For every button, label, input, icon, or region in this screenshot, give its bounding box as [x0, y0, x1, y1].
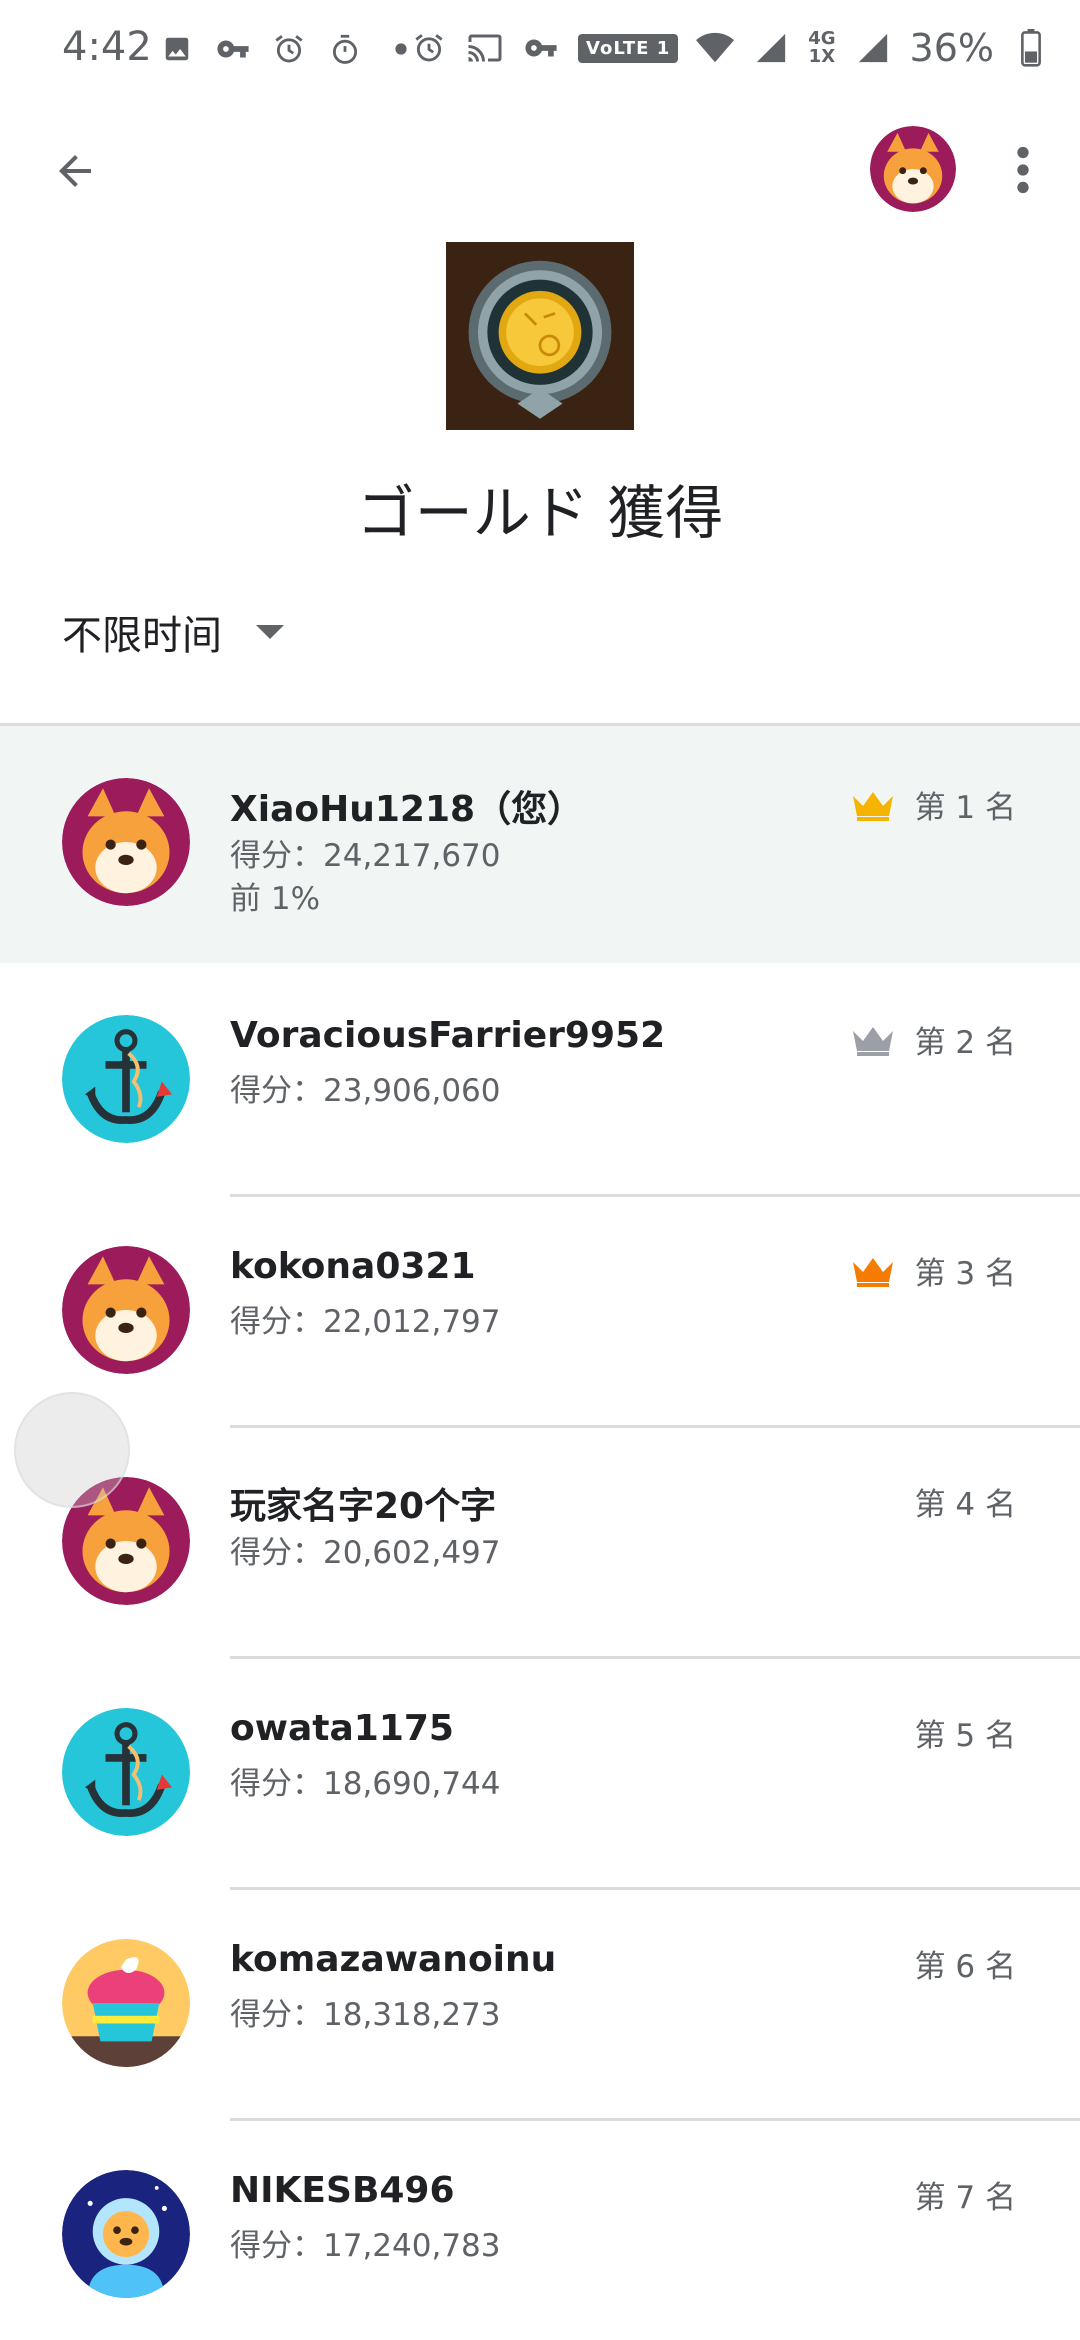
player-score: 得分：24,217,670 [230, 838, 501, 874]
leaderboard-row-current-user[interactable]: XiaoHu1218（您） 得分：24,217,670 前 1% 第 1 名 [0, 726, 1080, 963]
rank-text: 第 7 名 [914, 2180, 1016, 2216]
avatar [62, 1015, 190, 1143]
player-score: 得分：18,318,273 [230, 1997, 501, 2033]
player-name: VoraciousFarrier9952 [230, 1015, 666, 1056]
cast-icon [466, 29, 504, 67]
avatar [62, 2170, 190, 2298]
back-button[interactable] [42, 138, 108, 204]
cupcake-avatar-icon [62, 1939, 190, 2067]
anchor-avatar-icon [62, 1708, 190, 1836]
rank-label: 第 6 名 [915, 1941, 1016, 1986]
leaderboard-row[interactable]: komazawanoinu 得分：18,318,273 第 6 名 [0, 1887, 1080, 2121]
signal-icon [854, 29, 892, 67]
player-score: 得分：22,012,797 [230, 1304, 501, 1340]
status-bar: 4:42 VoLTE 1 4G 1X 36% [0, 0, 1080, 100]
profile-avatar[interactable] [870, 126, 956, 212]
rank-label: 第 4 名 [915, 1479, 1016, 1524]
dropdown-arrow-icon [256, 625, 284, 639]
player-score: 得分：18,690,744 [230, 1766, 501, 1802]
shiba-avatar-icon [870, 126, 956, 212]
rank-label: 第 3 名 [851, 1248, 1016, 1293]
battery-percent: 36% [909, 26, 994, 70]
wifi-icon [696, 29, 735, 67]
image-icon [158, 30, 196, 68]
battery-icon [1012, 29, 1050, 67]
player-name: XiaoHu1218（您） [230, 789, 584, 830]
player-name: NIKESB496 [230, 2170, 455, 2211]
shiba-avatar-icon [62, 1246, 190, 1374]
rank-label: 第 1 名 [851, 782, 1016, 827]
signal-icon [752, 29, 790, 67]
anchor-avatar-icon [62, 1015, 190, 1143]
achievement-title: ゴールド 獲得 [356, 479, 724, 547]
leaderboard-row[interactable]: kokona0321 得分：22,012,797 第 3 名 [0, 1194, 1080, 1428]
avatar [62, 1708, 190, 1836]
player-name: 玩家名字20个字 [230, 1486, 497, 1527]
gold-crown-icon [852, 791, 893, 821]
player-score: 得分：23,906,060 [230, 1073, 501, 1109]
arrow-back-icon [59, 155, 91, 187]
timer-icon [326, 30, 364, 68]
leaderboard-row[interactable]: VoraciousFarrier9952 得分：23,906,060 第 2 名 [0, 963, 1080, 1197]
more-vert-icon [1017, 146, 1029, 194]
bronze-crown-icon [852, 1257, 893, 1287]
key-icon [214, 30, 252, 68]
leaderboard-row[interactable]: 玩家名字20个字 得分：20,602,497 第 4 名 [0, 1425, 1080, 1659]
rank-text: 第 5 名 [914, 1718, 1016, 1754]
rank-label: 第 7 名 [915, 2172, 1016, 2217]
alarm-icon [270, 30, 308, 68]
astronaut-avatar-icon [62, 2170, 190, 2298]
network-type-bottom: 1X [808, 46, 836, 67]
leaderboard-row[interactable]: owata1175 得分：18,690,744 第 5 名 [0, 1656, 1080, 1890]
alarm-icon [410, 29, 448, 67]
player-name: owata1175 [230, 1708, 454, 1749]
avatar [62, 778, 190, 906]
player-percentile: 前 1% [230, 881, 321, 917]
player-name: komazawanoinu [230, 1939, 557, 1980]
network-type: 4G 1X [808, 30, 835, 66]
key-icon [522, 29, 560, 67]
leaderboard-row[interactable]: NIKESB496 得分：17,240,783 第 7 名 [0, 2118, 1080, 2340]
rank-label: 第 5 名 [915, 1710, 1016, 1755]
overflow-menu-button[interactable] [1000, 140, 1046, 200]
gold-medal-icon [446, 242, 634, 430]
status-time: 4:42 [62, 24, 152, 70]
rank-text: 第 4 名 [914, 1487, 1016, 1523]
player-score: 得分：17,240,783 [230, 2228, 501, 2264]
avatar [62, 1246, 190, 1374]
status-icons-left [158, 30, 420, 68]
player-name: kokona0321 [230, 1246, 476, 1287]
rank-text: 第 1 名 [914, 790, 1016, 826]
touch-indicator [14, 1392, 130, 1508]
rank-label: 第 2 名 [851, 1017, 1016, 1062]
volte-icon: VoLTE 1 [578, 33, 679, 63]
avatar [62, 1939, 190, 2067]
status-icons-right: VoLTE 1 4G 1X 36% [410, 26, 1050, 70]
rank-text: 第 6 名 [914, 1949, 1016, 1985]
player-score: 得分：20,602,497 [230, 1535, 501, 1571]
time-filter-dropdown[interactable]: 不限时间 [62, 602, 284, 662]
rank-text: 第 3 名 [914, 1256, 1016, 1292]
rank-text: 第 2 名 [914, 1025, 1016, 1061]
silver-crown-icon [852, 1026, 893, 1056]
time-filter-label: 不限时间 [62, 613, 222, 659]
shiba-avatar-icon [62, 778, 190, 906]
